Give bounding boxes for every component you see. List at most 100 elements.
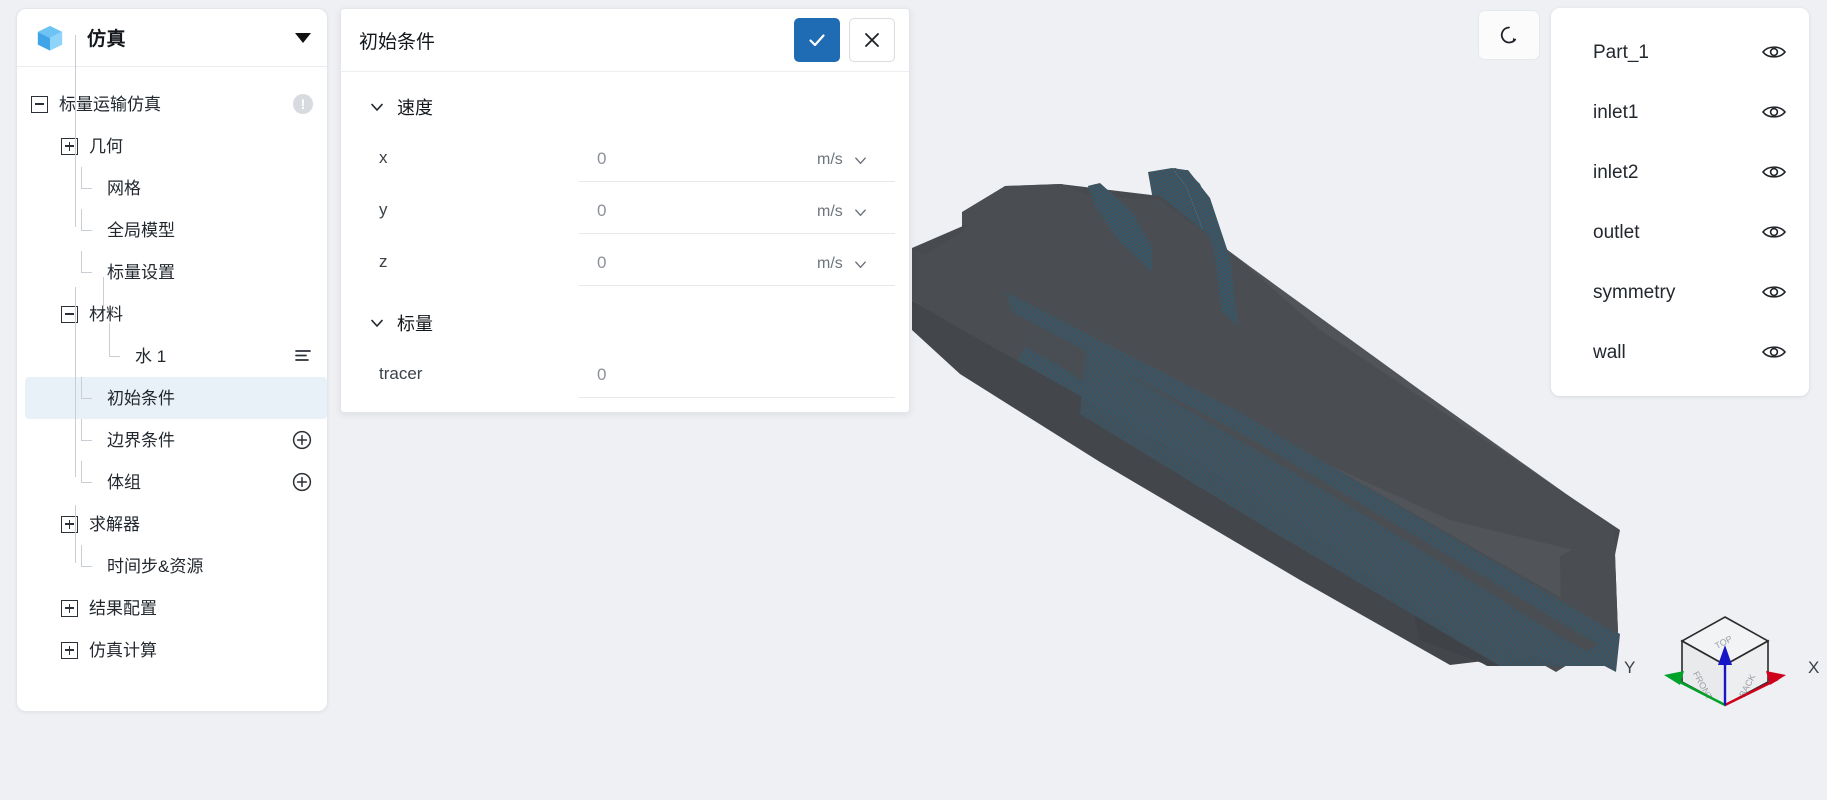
- section-header-0[interactable]: 速度: [341, 94, 909, 120]
- section-title: 标量: [397, 314, 433, 334]
- caret-down-icon[interactable]: [295, 32, 311, 43]
- unit-select-x[interactable]: m/s: [805, 151, 895, 182]
- field-input-y[interactable]: [579, 201, 805, 234]
- app-title: 仿真: [87, 29, 127, 50]
- tree-item-label: 全局模型: [107, 220, 175, 240]
- chevron-down-icon[interactable]: [369, 315, 385, 331]
- tree-item-label: 标量设置: [107, 262, 175, 282]
- cancel-button[interactable]: [849, 18, 895, 62]
- unit-label: m/s: [817, 151, 843, 168]
- tree-item-4[interactable]: 标量设置: [17, 250, 327, 293]
- chevron-down-icon[interactable]: [369, 99, 385, 115]
- gizmo-y-label: Y: [1624, 658, 1636, 677]
- reset-view-button[interactable]: [1478, 10, 1540, 60]
- tree-item-2[interactable]: 网格: [17, 166, 327, 209]
- sidebar-panel: 仿真 标量运输仿真! 几何网格全局模型标量设置材料水 1 初始条件边界条件体组求解器…: [16, 8, 328, 712]
- expand-toggle-icon[interactable]: [61, 599, 78, 617]
- field-row-tracer: tracer: [341, 346, 895, 398]
- collapse-toggle-icon[interactable]: [31, 95, 48, 113]
- plus-circle-icon[interactable]: [291, 429, 313, 451]
- tree-item-8[interactable]: 边界条件: [17, 418, 327, 461]
- warning-icon[interactable]: !: [293, 94, 313, 114]
- eye-icon[interactable]: [1761, 42, 1787, 62]
- tree-item-label: 初始条件: [107, 388, 175, 408]
- reset-view-icon: [1500, 26, 1517, 44]
- view-orientation-gizmo[interactable]: TOP FRONT BACK Y X: [1624, 595, 1820, 765]
- part-label: symmetry: [1593, 281, 1676, 303]
- tree-item-1[interactable]: 几何: [17, 125, 327, 167]
- field-input-z[interactable]: [579, 253, 805, 286]
- dialog-body: 速度 x m/s y m/s z m/s 标量 tracer: [341, 72, 909, 412]
- eye-icon[interactable]: [1761, 342, 1787, 362]
- part-item-symmetry[interactable]: symmetry: [1551, 262, 1809, 322]
- parts-panel: Part_1 inlet1 inlet2 outlet symmetry wall: [1551, 8, 1809, 396]
- tree-item-6[interactable]: 水 1: [17, 322, 327, 377]
- chevron-down-icon[interactable]: [853, 257, 868, 272]
- part-label: inlet2: [1593, 161, 1639, 183]
- expand-toggle-icon[interactable]: [61, 641, 78, 659]
- tree-item-label: 仿真计算: [89, 640, 157, 660]
- plus-circle-icon[interactable]: [291, 471, 313, 493]
- chevron-down-icon[interactable]: [853, 153, 868, 168]
- model-tree[interactable]: 标量运输仿真! 几何网格全局模型标量设置材料水 1 初始条件边界条件体组求解器时间步…: [17, 35, 327, 711]
- tree-connector: [79, 208, 96, 239]
- tree-item-5[interactable]: 材料: [17, 293, 327, 335]
- eye-icon[interactable]: [1761, 162, 1787, 182]
- tree-guide-line: [103, 277, 105, 309]
- tree-item-12[interactable]: 结果配置: [17, 587, 327, 629]
- tree-item-label: 求解器: [89, 514, 140, 534]
- tree-item-label: 体组: [107, 472, 141, 492]
- tree-item-3[interactable]: 全局模型: [17, 208, 327, 251]
- confirm-button[interactable]: [794, 18, 840, 62]
- section-header-1[interactable]: 标量: [341, 310, 909, 336]
- part-label: wall: [1593, 341, 1626, 363]
- field-label-z: z: [379, 252, 388, 271]
- tree-item-7[interactable]: 初始条件: [25, 376, 327, 419]
- dialog-title: 初始条件: [359, 31, 436, 53]
- tree-item-label: 材料: [89, 304, 123, 324]
- section-body-0: x m/s y m/s z m/s: [341, 130, 909, 286]
- tree-item-actions: !: [293, 94, 313, 114]
- part-item-Part_1[interactable]: Part_1: [1551, 22, 1809, 82]
- tree-item-label: 水 1: [135, 346, 167, 366]
- tree-item-13[interactable]: 仿真计算: [17, 629, 327, 671]
- field-input-x[interactable]: [579, 149, 805, 182]
- unit-label: m/s: [817, 203, 843, 220]
- orientation-cube-icon[interactable]: TOP FRONT BACK: [1630, 595, 1820, 765]
- field-label-y: y: [379, 200, 388, 219]
- unit-select-y[interactable]: m/s: [805, 203, 895, 234]
- part-label: outlet: [1593, 221, 1640, 243]
- tree-item-label: 时间步&资源: [107, 556, 204, 576]
- part-item-wall[interactable]: wall: [1551, 322, 1809, 382]
- tree-item-11[interactable]: 时间步&资源: [17, 544, 327, 587]
- tree-item-label: 网格: [107, 178, 141, 198]
- tree-item-label: 边界条件: [107, 430, 175, 450]
- part-label: inlet1: [1593, 101, 1639, 123]
- unit-select-z[interactable]: m/s: [805, 255, 895, 286]
- tree-item-10[interactable]: 求解器: [17, 503, 327, 545]
- part-item-inlet2[interactable]: inlet2: [1551, 142, 1809, 202]
- field-label-x: x: [379, 148, 388, 167]
- tree-item-actions: [291, 471, 313, 493]
- unit-label: m/s: [817, 255, 843, 272]
- list-menu-icon[interactable]: [293, 346, 313, 366]
- eye-icon[interactable]: [1761, 222, 1787, 242]
- tree-item-label: 结果配置: [89, 598, 157, 618]
- eye-icon[interactable]: [1761, 282, 1787, 302]
- tree-guide-line: [75, 35, 77, 227]
- chevron-down-icon[interactable]: [853, 205, 868, 220]
- tree-connector: [107, 322, 124, 365]
- part-item-outlet[interactable]: outlet: [1551, 202, 1809, 262]
- eye-icon[interactable]: [1761, 102, 1787, 122]
- tree-item-9[interactable]: 体组: [17, 460, 327, 503]
- tree-item-label: 几何: [89, 136, 123, 156]
- sidebar-header[interactable]: 仿真: [17, 9, 327, 67]
- part-item-inlet1[interactable]: inlet1: [1551, 82, 1809, 142]
- tree-connector: [79, 460, 96, 491]
- field-label-tracer: tracer: [379, 364, 423, 383]
- tree-guide-line: [75, 287, 77, 349]
- tree-item-0[interactable]: 标量运输仿真!: [17, 83, 327, 125]
- check-icon: [809, 34, 825, 47]
- dialog-actions: [794, 18, 895, 62]
- field-input-tracer[interactable]: [579, 365, 895, 398]
